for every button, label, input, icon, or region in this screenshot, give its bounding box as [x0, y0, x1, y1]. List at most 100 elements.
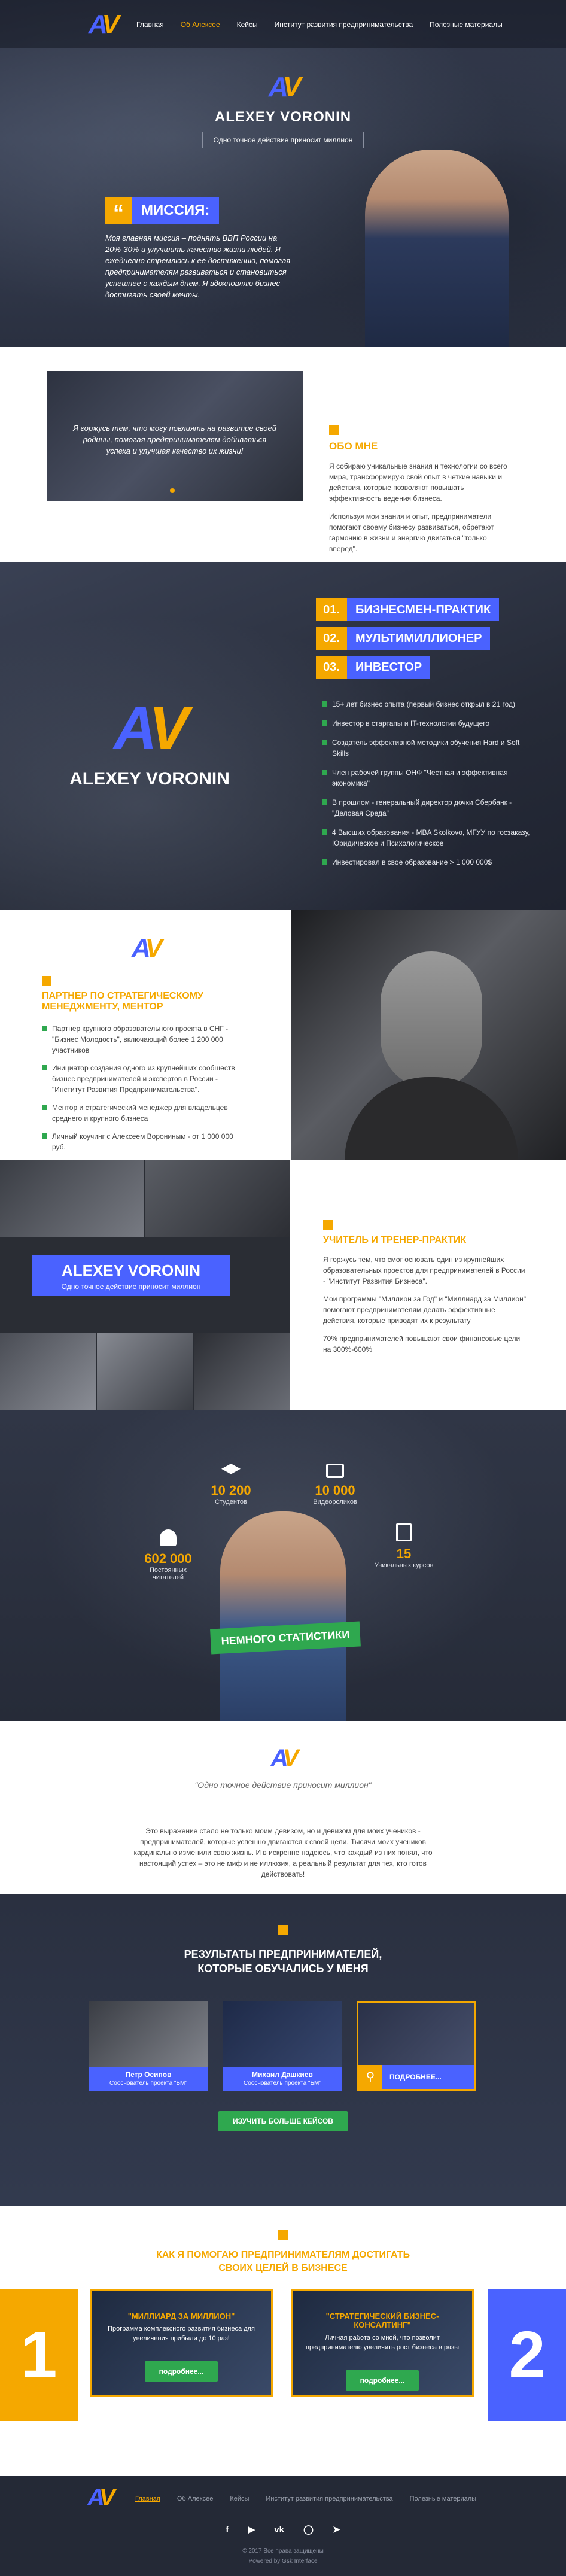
check-icon: [322, 770, 327, 775]
case-name: Петр Осипов: [125, 2070, 172, 2079]
footer-nav-about[interactable]: Об Алексее: [177, 2495, 213, 2502]
teacher-paragraph-3: 70% предпринимателей повышают свои финан…: [323, 1334, 521, 1354]
fact-item: 4 Высших образования - MBA Skolkovo, МГУ…: [332, 828, 530, 847]
nav-cases[interactable]: Кейсы: [237, 20, 258, 29]
stat-label: Студентов: [215, 1498, 247, 1506]
footer-nav-materials[interactable]: Полезные материалы: [410, 2495, 476, 2502]
about-quote: Я горжусь тем, что могу повлиять на разв…: [73, 424, 276, 455]
hero-tagline: Одно точное действие приносит миллион: [202, 132, 364, 148]
stat-number: 10 200: [211, 1483, 251, 1498]
program-number-1: 1: [0, 2289, 78, 2421]
about-title: ОБО МНЕ: [329, 440, 378, 452]
case-name: Михаил Дашкиев: [252, 2070, 313, 2079]
mission-label: МИССИЯ:: [132, 197, 220, 224]
about-photo: Я горжусь тем, что могу повлиять на разв…: [47, 371, 303, 501]
graduation-cap-icon: [221, 1464, 241, 1474]
nav-about[interactable]: Об Алексее: [181, 20, 220, 29]
check-icon: [322, 740, 327, 745]
program-details-button[interactable]: подробнее...: [345, 2370, 419, 2391]
footer-nav-home[interactable]: Главная: [135, 2495, 160, 2502]
check-icon: [322, 701, 327, 707]
facebook-icon[interactable]: f: [226, 2525, 229, 2535]
telegram-icon[interactable]: ➤: [333, 2525, 340, 2535]
nav-institute[interactable]: Институт развития предпринимательства: [275, 20, 413, 29]
check-icon: [322, 720, 327, 726]
stat-number: 10 000: [315, 1483, 355, 1498]
teacher-paragraph-2: Мои программы "Миллион за Год" и "Миллиа…: [323, 1295, 526, 1325]
program-card[interactable]: "СТРАТЕГИЧЕСКИЙ БИЗНЕС-КОНСАЛТИНГ" Лична…: [291, 2289, 474, 2397]
hero-portrait: [365, 150, 509, 347]
search-icon: ⚲: [358, 2065, 382, 2089]
results-title-marker: [278, 1924, 288, 1935]
footer-logo[interactable]: AV: [87, 2484, 115, 2511]
teacher-section: ALEXEY VORONIN Одно точное действие прин…: [0, 1160, 566, 1410]
hero-section: AV Главная Об Алексее Кейсы Институт развит…: [0, 0, 566, 347]
partner-item: Личный коучинг с Алексеем Ворониным - от…: [52, 1132, 233, 1151]
partner-title-marker: [42, 975, 51, 986]
mission-block: “ МИССИЯ: Моя главная миссия – поднять В…: [105, 197, 303, 300]
stat-videos: 10 000 Видеороликов: [305, 1464, 365, 1506]
stat-courses: 15 Уникальных курсов: [371, 1523, 437, 1569]
partner-item: Ментор и стратегический менеджер для вла…: [52, 1103, 228, 1123]
role-badge-num: 02.: [316, 627, 347, 650]
about-title-marker: [329, 425, 339, 435]
youtube-icon[interactable]: ▶: [248, 2525, 255, 2535]
stat-number: 15: [396, 1546, 412, 1561]
top-nav: AV Главная Об Алексее Кейсы Институт развит…: [0, 0, 566, 48]
credit: Powered by Gsk Interface: [248, 2558, 318, 2565]
social-links: f ▶ vk ◯ ➤: [0, 2524, 566, 2535]
about-paragraph-2: Используя мои знания и опыт, предпринима…: [329, 512, 494, 553]
nav-materials[interactable]: Полезные материалы: [430, 20, 503, 29]
check-icon: [42, 1105, 47, 1110]
teacher-collage: ALEXEY VORONIN Одно точное действие прин…: [0, 1160, 290, 1410]
teacher-banner-tagline: Одно точное действие приносит миллион: [61, 1282, 201, 1291]
check-icon: [42, 1065, 47, 1070]
teacher-banner-name: ALEXEY VORONIN: [61, 1261, 201, 1279]
footer-nav: Главная Об Алексее Кейсы Институт развития …: [135, 2493, 493, 2504]
check-icon: [42, 1133, 47, 1139]
case-card-more[interactable]: ⚲ ПОДРОБНЕЕ...: [357, 2001, 476, 2091]
quote-section: AV "Одно точное действие приносит миллио…: [0, 1721, 566, 1894]
stat-students: 10 200 Студентов: [201, 1464, 261, 1506]
role-facts: 15+ лет бизнес опыта (первый бизнес откр…: [322, 699, 537, 868]
stat-label: Постоянных читателей: [149, 1567, 187, 1581]
case-card[interactable]: Петр Осипов Сооснователь проекта "БМ": [89, 2001, 208, 2091]
partner-title: ПАРТНЕР ПО СТРАТЕГИЧЕСКОМУ МЕНЕДЖМЕНТУ, …: [42, 991, 203, 1012]
about-section: Я горжусь тем, что могу повлиять на разв…: [0, 347, 566, 562]
role-badge-label: ИНВЕСТОР: [347, 656, 431, 679]
instagram-icon[interactable]: ◯: [303, 2525, 314, 2535]
vk-icon[interactable]: vk: [274, 2525, 284, 2535]
case-role: Сооснователь проекта "БМ": [109, 2080, 187, 2087]
roles-section: AV ALEXEY VORONIN 01. БИЗНЕСМЕН-ПРАКТИК 0…: [0, 562, 566, 910]
teacher-banner: ALEXEY VORONIN Одно точное действие прин…: [32, 1255, 230, 1296]
check-icon: [322, 829, 327, 835]
program-card[interactable]: "МИЛЛИАРД ЗА МИЛЛИОН" Программа комплекс…: [90, 2289, 273, 2397]
results-section: РЕЗУЛЬТАТЫ ПРЕДПРИНИМАТЕЛЕЙ, КОТОРЫЕ ОБУ…: [0, 1894, 566, 2206]
nav-home[interactable]: Главная: [136, 20, 164, 29]
stats-section: 10 200 Студентов 10 000 Видеороликов 602…: [0, 1410, 566, 1721]
quote-text: "Одно точное действие приносит миллион": [194, 1780, 372, 1790]
check-icon: [322, 859, 327, 865]
partner-section: AV ПАРТНЕР ПО СТРАТЕГИЧЕСКОМУ МЕНЕДЖМЕНТ…: [0, 910, 566, 1160]
about-paragraph-1: Я собираю уникальные знания и технологии…: [329, 462, 507, 503]
case-more-label: ПОДРОБНЕЕ...: [389, 2073, 442, 2081]
hero-logo: AV: [268, 71, 301, 102]
footer-nav-institute[interactable]: Институт развития предпринимательства: [266, 2495, 392, 2502]
footer-nav-cases[interactable]: Кейсы: [230, 2495, 249, 2502]
fact-item: Создатель эффективной методики обучения …: [332, 738, 520, 758]
roles-logo: AV: [114, 695, 188, 762]
partner-item: Партнер крупного образовательного проект…: [52, 1024, 229, 1054]
case-card[interactable]: Михаил Дашкиев Сооснователь проекта "БМ": [223, 2001, 342, 2091]
quote-mark-icon: “: [105, 197, 132, 225]
partner-logo: AV: [132, 933, 163, 963]
programs-section: КАК Я ПОМОГАЮ ПРЕДПРИНИМАТЕЛЯМ ДОСТИГАТЬ…: [0, 2206, 566, 2476]
program-details-button[interactable]: подробнее...: [144, 2361, 218, 2382]
program-name: "СТРАТЕГИЧЕСКИЙ БИЗНЕС-КОНСАЛТИНГ": [325, 2312, 439, 2329]
nav-menu: Главная Об Алексее Кейсы Институт развития …: [136, 19, 519, 30]
check-icon: [42, 1026, 47, 1031]
fact-item: В прошлом - генеральный директор дочки С…: [332, 798, 512, 817]
teacher-title: УЧИТЕЛЬ И ТРЕНЕР-ПРАКТИК: [323, 1235, 467, 1245]
more-cases-button[interactable]: ИЗУЧИТЬ БОЛЬШЕ КЕЙСОВ: [218, 2111, 348, 2131]
logo[interactable]: AV: [89, 10, 120, 39]
teacher-title-marker: [323, 1219, 333, 1230]
